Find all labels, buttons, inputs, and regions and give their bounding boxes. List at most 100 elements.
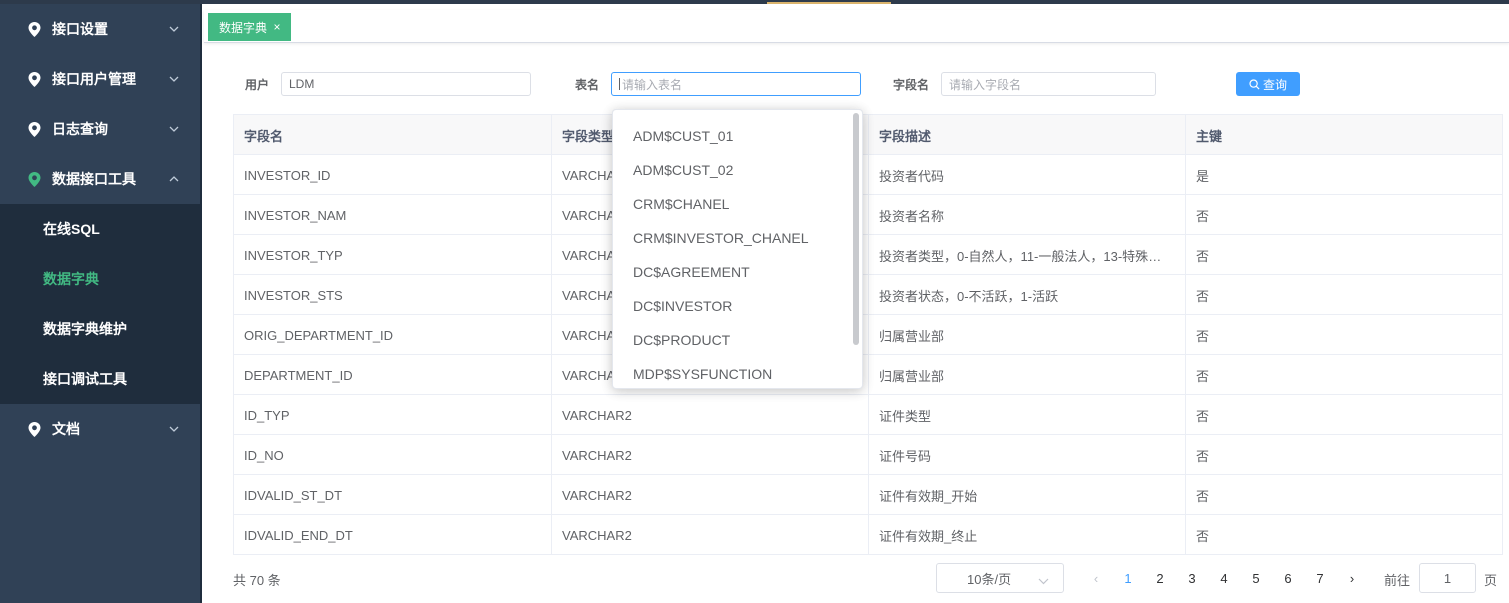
dropdown-option[interactable]: CRM$CHANEL bbox=[613, 187, 862, 221]
cell-text: VARCHAR2 bbox=[562, 527, 632, 543]
prev-page-button[interactable]: ‹ bbox=[1084, 566, 1108, 590]
dropdown-scrollbar[interactable] bbox=[853, 113, 859, 345]
page-number-button[interactable]: 1 bbox=[1116, 566, 1140, 590]
cell-field-name: INVESTOR_ID bbox=[234, 155, 552, 195]
cell-text: VARCHAR2 bbox=[562, 407, 632, 423]
cell-primary-key: 否 bbox=[1186, 195, 1502, 235]
cell-text: DEPARTMENT_ID bbox=[244, 367, 353, 383]
page-number-button[interactable]: 7 bbox=[1308, 566, 1332, 590]
cell-field-type: VARCHAR2 bbox=[552, 475, 869, 515]
search-button[interactable]: 查询 bbox=[1236, 72, 1300, 96]
cell-field-name: ID_NO bbox=[234, 435, 552, 475]
chevron-up-icon bbox=[168, 173, 180, 185]
cell-text: 是 bbox=[1196, 168, 1210, 184]
cell-field-name: DEPARTMENT_ID bbox=[234, 355, 552, 395]
cell-primary-key: 否 bbox=[1186, 315, 1502, 355]
table-row[interactable]: ORIG_DEPARTMENT_ID VARCHAR2 归属营业部否 bbox=[234, 315, 1502, 355]
dropdown-option[interactable]: DC$INVESTOR bbox=[613, 289, 862, 323]
tab-label: 数据字典 bbox=[219, 20, 268, 35]
table-row[interactable]: INVESTOR_STS VARCHAR2 投资者状态，0-不活跃，1-活跃否 bbox=[234, 275, 1502, 315]
page-number-button[interactable]: 5 bbox=[1244, 566, 1268, 590]
cell-text: ORIG_DEPARTMENT_ID bbox=[244, 327, 394, 343]
sidebar-item-interface-user-management[interactable]: 接口用户管理 bbox=[0, 54, 200, 104]
table-row[interactable]: INVESTOR_ID VARCHAR2 投资者代码是 bbox=[234, 155, 1502, 195]
cell-field-type: VARCHAR2 bbox=[552, 395, 869, 435]
sidebar-subitem-label: 在线SQL bbox=[43, 221, 100, 237]
cell-field-description: 投资者代码 bbox=[869, 155, 1186, 195]
cell-field-description: 归属营业部 bbox=[869, 315, 1186, 355]
close-icon[interactable]: × bbox=[272, 20, 282, 34]
cell-text: 投资者代码 bbox=[879, 168, 945, 184]
next-page-button[interactable]: › bbox=[1340, 566, 1364, 590]
page-number-button[interactable]: 4 bbox=[1212, 566, 1236, 590]
cell-text: INVESTOR_NAM bbox=[244, 207, 347, 223]
sidebar-subitem-label: 数据字典 bbox=[43, 271, 99, 287]
sidebar-subitem-data-dictionary[interactable]: 数据字典 bbox=[0, 254, 200, 304]
data-dictionary-table: 字段名 字段类型 字段描述 主键 INVESTOR_ID VARCHAR2 投资者代… bbox=[233, 114, 1503, 555]
cell-primary-key: 否 bbox=[1186, 235, 1502, 275]
table-row[interactable]: INVESTOR_NAM VARCHAR2 投资者名称否 bbox=[234, 195, 1502, 235]
cell-field-name: INVESTOR_TYP bbox=[234, 235, 552, 275]
dropdown-option[interactable]: ADM$CUST_02 bbox=[613, 153, 862, 187]
user-input[interactable]: LDM bbox=[281, 72, 531, 96]
sidebar-item-label: 数据接口工具 bbox=[52, 171, 136, 187]
goto-page-input[interactable]: 1 bbox=[1419, 563, 1476, 593]
dropdown-option[interactable]: MDP$SYSFUNCTION bbox=[613, 357, 862, 388]
page-number-button[interactable]: 2 bbox=[1148, 566, 1172, 590]
table-header-row: 字段名 字段类型 字段描述 主键 bbox=[234, 115, 1502, 155]
sidebar-item-docs[interactable]: 文档 bbox=[0, 404, 200, 454]
field-name-input[interactable]: 请输入字段名 bbox=[941, 72, 1156, 96]
goto-page-value: 1 bbox=[1443, 570, 1452, 586]
cell-text: ID_NO bbox=[244, 447, 284, 463]
dropdown-option[interactable]: ADM$CUST_01 bbox=[613, 119, 862, 153]
dropdown-option[interactable]: DC$AGREEMENT bbox=[613, 255, 862, 289]
text-caret bbox=[619, 78, 620, 90]
column-header-field-description[interactable]: 字段描述 bbox=[869, 115, 1186, 155]
sidebar: 接口设置 接口用户管理 日志查询 数据接口工具 在线SQL 数据字典 数据字典维… bbox=[0, 4, 202, 603]
dropdown-option[interactable]: CRM$INVESTOR_CHANEL bbox=[613, 221, 862, 255]
sidebar-subitem-interface-debug-tool[interactable]: 接口调试工具 bbox=[0, 354, 200, 404]
table-row[interactable]: IDVALID_END_DT VARCHAR2 证件有效期_终止 否 bbox=[234, 515, 1502, 555]
table-row[interactable]: IDVALID_ST_DT VARCHAR2 证件有效期_开始 否 bbox=[234, 475, 1502, 515]
page-number-button[interactable]: 3 bbox=[1180, 566, 1204, 590]
table-row[interactable]: ID_NO VARCHAR2 证件号码 否 bbox=[234, 435, 1502, 475]
page-number-button[interactable]: 6 bbox=[1276, 566, 1300, 590]
tab-data-dictionary[interactable]: 数据字典 × bbox=[208, 13, 292, 41]
cell-text: 投资者名称 bbox=[879, 208, 945, 224]
sidebar-item-log-query[interactable]: 日志查询 bbox=[0, 104, 200, 154]
column-header-field-name[interactable]: 字段名 bbox=[234, 115, 552, 155]
dropdown-option[interactable]: DC$PRODUCT bbox=[613, 323, 862, 357]
cell-text: 否 bbox=[1196, 248, 1210, 264]
page-size-select[interactable]: 10条/页 bbox=[936, 563, 1064, 593]
cell-text: VARCHAR2 bbox=[562, 487, 632, 503]
cell-primary-key: 否 bbox=[1186, 435, 1502, 475]
top-bar-accent bbox=[767, 2, 891, 4]
cell-text: 证件有效期_开始 bbox=[879, 488, 978, 504]
sidebar-item-label: 日志查询 bbox=[52, 121, 108, 137]
table-name-placeholder: 请输入表名 bbox=[622, 77, 683, 92]
sidebar-subitem-online-sql[interactable]: 在线SQL bbox=[0, 204, 200, 254]
cell-field-name: IDVALID_END_DT bbox=[234, 515, 552, 555]
sidebar-item-interface-settings[interactable]: 接口设置 bbox=[0, 4, 200, 54]
column-header-primary-key[interactable]: 主键 bbox=[1186, 115, 1502, 155]
cell-text: 否 bbox=[1196, 448, 1210, 464]
table-name-input[interactable]: 请输入表名 bbox=[611, 72, 861, 96]
cell-primary-key: 否 bbox=[1186, 515, 1502, 555]
table-row[interactable]: INVESTOR_TYP VARCHAR2 投资者类型，0-自然人，11-一般法人，… bbox=[234, 235, 1502, 275]
cell-field-description: 投资者名称 bbox=[869, 195, 1186, 235]
sidebar-item-label: 接口设置 bbox=[52, 21, 108, 37]
table-row[interactable]: ID_TYP VARCHAR2 证件类型 否 bbox=[234, 395, 1502, 435]
field-name-placeholder: 请输入字段名 bbox=[949, 77, 1022, 92]
table-row[interactable]: DEPARTMENT_ID VARCHAR2 归属营业部否 bbox=[234, 355, 1502, 395]
cell-field-description: 证件类型 bbox=[869, 395, 1186, 435]
location-pin-icon bbox=[26, 171, 42, 187]
cell-primary-key: 是 bbox=[1186, 155, 1502, 195]
sidebar-item-data-interface-tools[interactable]: 数据接口工具 bbox=[0, 154, 200, 204]
sidebar-subitem-label: 数据字典维护 bbox=[43, 321, 127, 337]
cell-field-type: VARCHAR2 bbox=[552, 435, 869, 475]
cell-text: 否 bbox=[1196, 528, 1210, 544]
sidebar-subitem-data-dictionary-maintenance[interactable]: 数据字典维护 bbox=[0, 304, 200, 354]
sidebar-item-label: 接口用户管理 bbox=[52, 71, 136, 87]
chevron-down-icon bbox=[168, 73, 180, 85]
cell-text: IDVALID_END_DT bbox=[244, 527, 353, 543]
